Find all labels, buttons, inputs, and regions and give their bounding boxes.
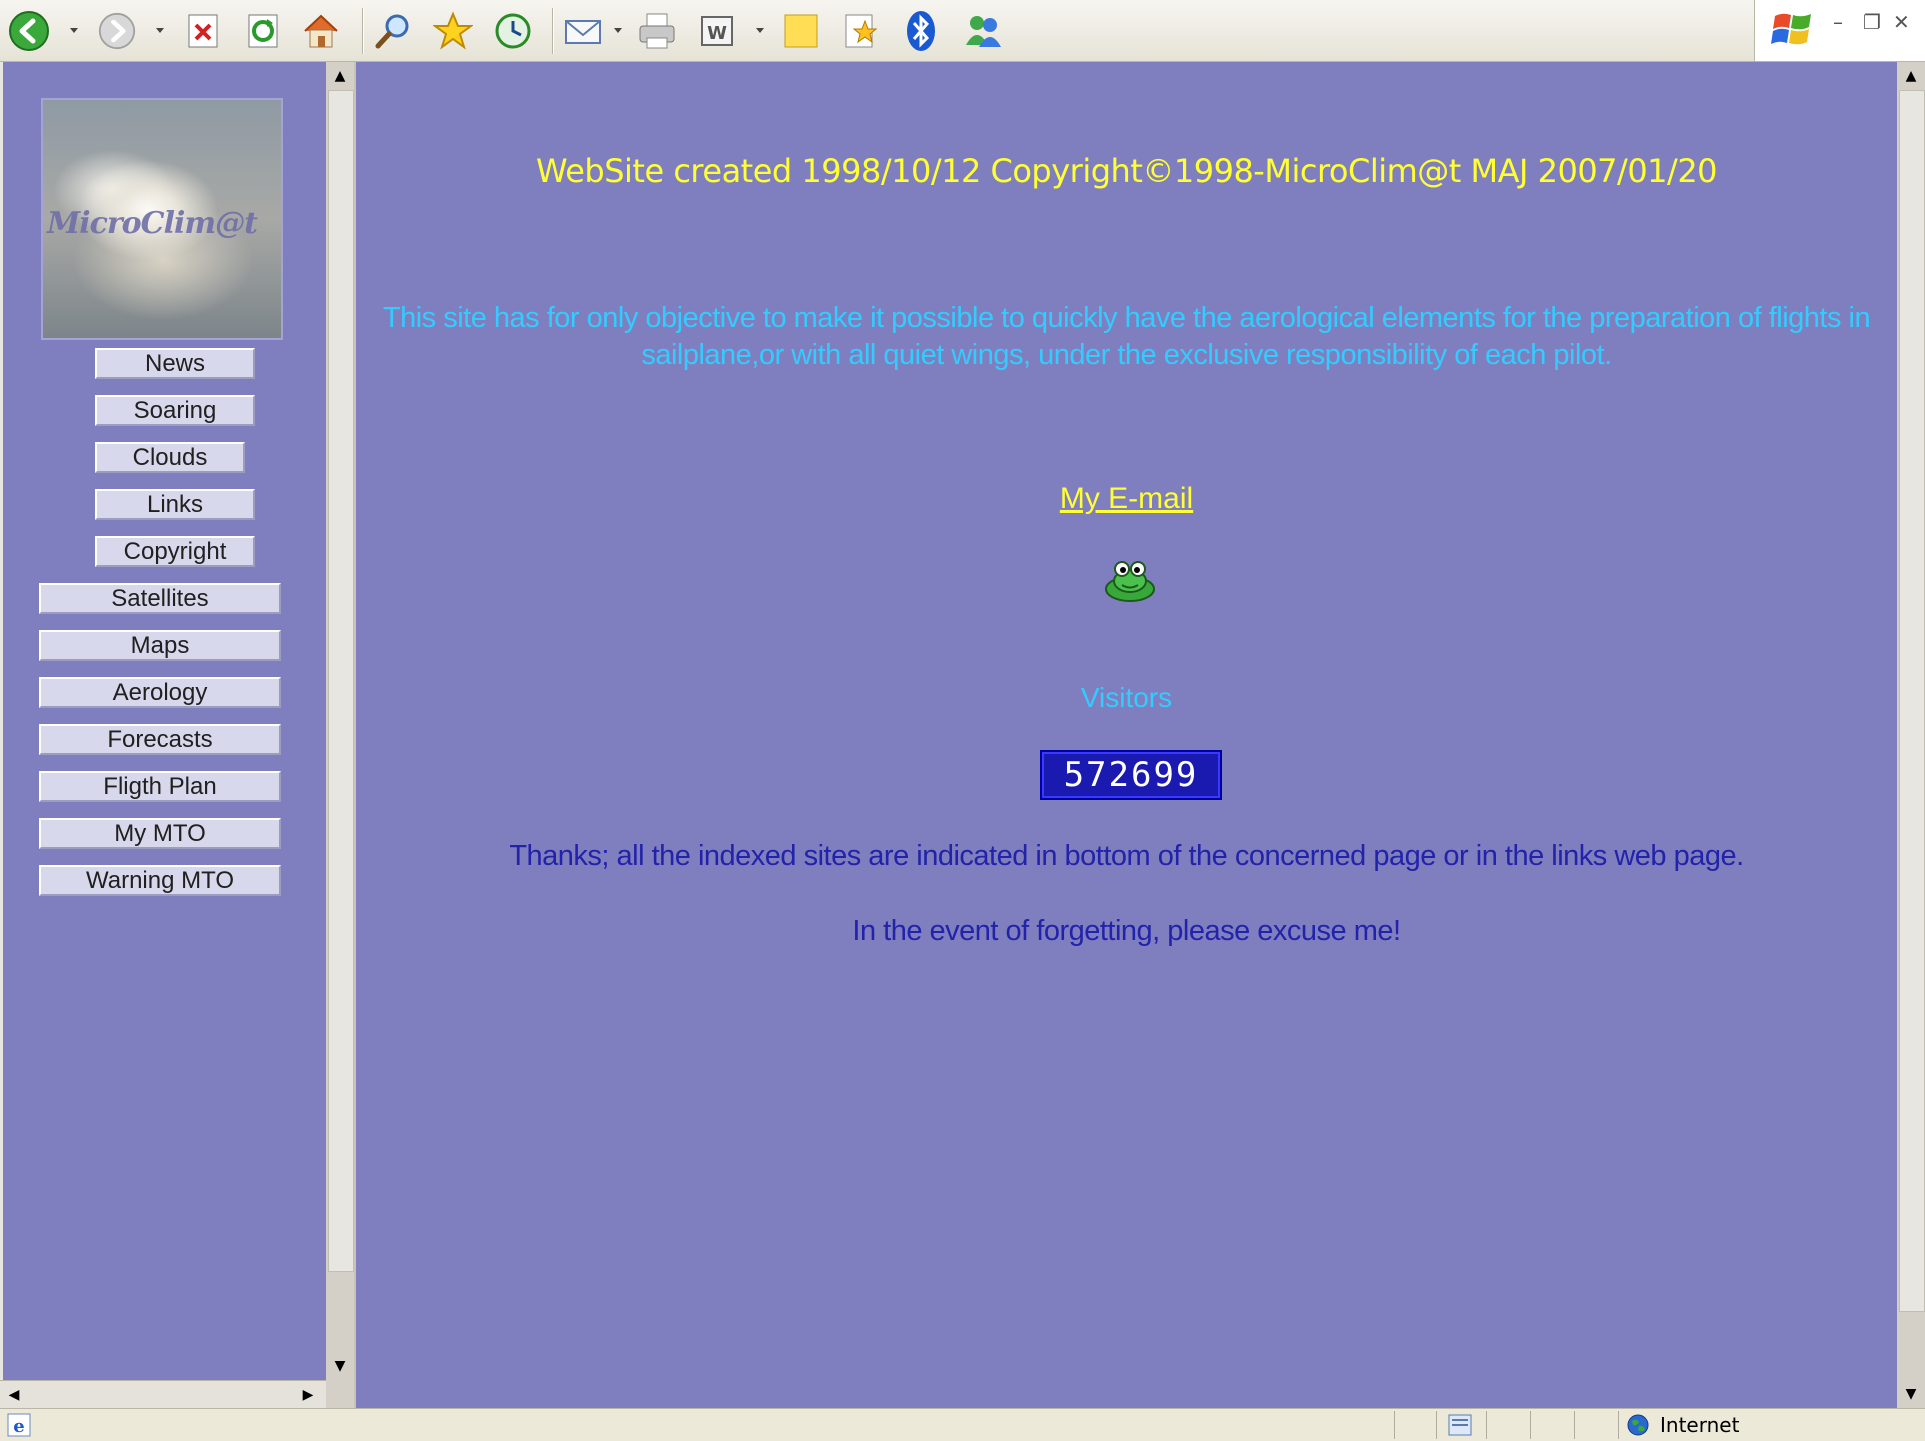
site-logo: MicroClim@t [41,98,283,340]
site-info-text: WebSite created 1998/10/12 Copyright©199… [535,152,1718,190]
back-icon[interactable] [8,10,50,52]
navigation-frame: MicroClim@t News Soaring Clouds Links Co… [0,62,329,1380]
nav-button-links[interactable]: Links [95,489,255,520]
page-status-icon [1448,1414,1472,1436]
mail-icon[interactable] [562,10,604,52]
forward-icon[interactable] [96,10,138,52]
visitors-label: Visitors [1080,682,1173,713]
bluetooth-icon[interactable] [900,10,942,52]
minimize-icon[interactable]: – [1833,10,1843,34]
edit-dropdown-icon[interactable] [756,28,764,33]
apology-text: In the event of forgetting, please excus… [852,915,1401,947]
nav-button-satellites[interactable]: Satellites [39,583,281,614]
svg-text:W: W [707,23,727,44]
refresh-icon[interactable] [242,10,284,52]
nav-vertical-scrollbar[interactable]: ▲ ▼ [326,62,354,1380]
research-icon[interactable] [840,10,882,52]
close-icon[interactable]: ✕ [1893,10,1910,34]
email-link[interactable]: My E-mail [356,482,1897,516]
frog-icon [1105,561,1155,602]
history-icon[interactable] [492,10,534,52]
nav-button-aerology[interactable]: Aerology [39,677,281,708]
logo-text: MicroClim@t [47,206,258,241]
notes-icon[interactable] [780,10,822,52]
status-cell [1530,1411,1575,1439]
windows-logo-area: – ❐ ✕ [1754,0,1925,61]
home-icon[interactable] [300,10,342,52]
restore-icon[interactable]: ❐ [1863,10,1881,34]
security-zone-label: Internet [1660,1413,1740,1437]
nav-button-forecasts[interactable]: Forecasts [39,724,281,755]
status-cell [1394,1411,1437,1439]
main-vertical-scrollbar[interactable]: ▲ ▼ [1897,62,1925,1408]
nav-button-copyright[interactable]: Copyright [95,536,255,567]
nav-button-soaring[interactable]: Soaring [95,395,255,426]
nav-button-maps[interactable]: Maps [39,630,281,661]
scroll-up-arrow-icon[interactable]: ▲ [326,62,354,90]
main-scroll-thumb[interactable] [1899,90,1925,1312]
mail-dropdown-icon[interactable] [614,28,622,33]
scroll-right-arrow-icon[interactable]: ▶ [294,1381,322,1409]
thanks-text: Thanks; all the indexed sites are indica… [509,840,1744,872]
forward-dropdown-icon[interactable] [156,28,164,33]
main-content-frame: WebSite created 1998/10/12 Copyright©199… [356,62,1897,1408]
nav-button-warning-mto[interactable]: Warning MTO [39,865,281,896]
search-icon[interactable] [372,10,414,52]
favorites-icon[interactable] [432,10,474,52]
nav-scroll-thumb[interactable] [328,90,354,1272]
status-bar: e Internet [0,1408,1925,1441]
nav-horizontal-scrollbar[interactable]: ◀ ▶ [0,1380,326,1409]
globe-icon [1627,1414,1649,1436]
nav-button-flight-plan[interactable]: Fligth Plan [39,771,281,802]
scroll-left-arrow-icon[interactable]: ◀ [0,1381,28,1409]
main-scroll-up-arrow-icon[interactable]: ▲ [1897,62,1925,90]
ie-page-icon: e [7,1413,31,1437]
status-cell [1486,1411,1531,1439]
status-cell [1574,1411,1619,1439]
status-cell-page [1436,1411,1487,1439]
print-icon[interactable] [636,10,678,52]
stop-icon[interactable] [182,10,224,52]
visitor-counter: 572699 [1040,750,1222,800]
scroll-down-arrow-icon[interactable]: ▼ [326,1352,354,1380]
site-objective-text: This site has for only objective to make… [382,302,1871,371]
nav-button-news[interactable]: News [95,348,255,379]
browser-toolbar: W – ❐ ✕ [0,0,1925,62]
main-scroll-down-arrow-icon[interactable]: ▼ [1897,1380,1925,1408]
nav-button-my-mto[interactable]: My MTO [39,818,281,849]
back-dropdown-icon[interactable] [70,28,78,33]
messenger-icon[interactable] [962,10,1004,52]
edit-word-icon[interactable]: W [696,10,738,52]
windows-flag-icon [1771,13,1811,45]
nav-button-clouds[interactable]: Clouds [95,442,245,473]
svg-text:e: e [13,1416,24,1437]
